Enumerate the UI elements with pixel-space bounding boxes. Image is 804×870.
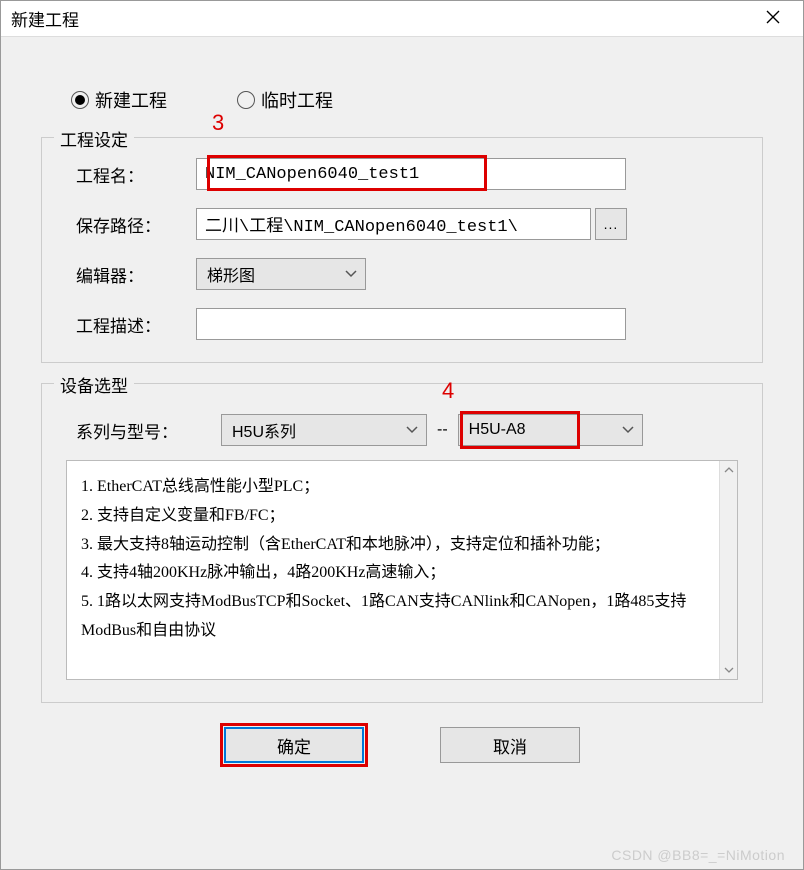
scrollbar[interactable] <box>719 461 737 679</box>
ok-button[interactable]: 确定 <box>224 727 364 763</box>
annotation-4: 4 <box>442 378 454 404</box>
desc-line: 2. 支持自定义变量和FB/FC； <box>81 502 721 531</box>
radio-new-project[interactable]: 新建工程 <box>71 87 167 113</box>
annotation-3: 3 <box>212 110 224 136</box>
radio-label: 新建工程 <box>95 87 167 113</box>
input-save-path[interactable] <box>196 208 591 240</box>
label-editor: 编辑器： <box>66 262 196 287</box>
radio-label: 临时工程 <box>261 87 333 113</box>
desc-line: 5. 1路以太网支持ModBusTCP和Socket、1路CAN支持CANlin… <box>81 588 721 646</box>
dialog-content: 新建工程 临时工程 工程设定 3 工程名： 保存路径： ... 编辑器： <box>1 37 803 783</box>
chevron-down-icon <box>622 421 634 439</box>
project-type-radios: 新建工程 临时工程 <box>71 67 763 113</box>
radio-icon <box>237 91 255 109</box>
device-fieldset: 设备选型 4 系列与型号： H5U系列 -- H5U-A8 1. EtherCA… <box>41 383 763 703</box>
desc-line: 1. EtherCAT总线高性能小型PLC； <box>81 473 721 502</box>
radio-icon <box>71 91 89 109</box>
select-value: 梯形图 <box>207 262 255 286</box>
radio-temp-project[interactable]: 临时工程 <box>237 87 333 113</box>
desc-line: 3. 最大支持8轴运动控制（含EtherCAT和本地脉冲），支持定位和插补功能； <box>81 531 721 560</box>
label-project-name: 工程名： <box>66 162 196 187</box>
desc-line: 4. 支持4轴200KHz脉冲输出，4路200KHz高速输入； <box>81 559 721 588</box>
row-save-path: 保存路径： ... <box>66 208 738 240</box>
label-series-model: 系列与型号： <box>66 418 221 443</box>
input-project-name[interactable] <box>196 158 626 190</box>
select-model[interactable]: H5U-A8 <box>458 414 643 446</box>
label-description: 工程描述： <box>66 312 196 337</box>
select-value: H5U系列 <box>232 418 296 442</box>
select-editor[interactable]: 梯形图 <box>196 258 366 290</box>
fieldset-legend: 设备选型 <box>54 372 134 397</box>
fieldset-legend: 工程设定 <box>54 126 134 151</box>
window-title: 新建工程 <box>11 6 753 31</box>
chevron-down-icon <box>406 421 418 439</box>
input-description[interactable] <box>196 308 626 340</box>
project-settings-fieldset: 工程设定 3 工程名： 保存路径： ... 编辑器： 梯形图 工程描 <box>41 137 763 363</box>
label-save-path: 保存路径： <box>66 212 196 237</box>
browse-button[interactable]: ... <box>595 208 627 240</box>
cancel-button[interactable]: 取消 <box>440 727 580 763</box>
close-button[interactable] <box>753 1 793 37</box>
select-series[interactable]: H5U系列 <box>221 414 427 446</box>
chevron-down-icon <box>345 265 357 283</box>
titlebar: 新建工程 <box>1 1 803 37</box>
row-editor: 编辑器： 梯形图 <box>66 258 738 290</box>
scroll-up-icon[interactable] <box>720 461 737 479</box>
watermark: CSDN @BB8=_=NiMotion <box>611 847 785 863</box>
close-icon <box>766 8 780 29</box>
select-value: H5U-A8 <box>469 421 526 439</box>
scroll-down-icon[interactable] <box>720 661 737 679</box>
dash-separator: -- <box>437 421 448 439</box>
dialog-window: 新建工程 新建工程 临时工程 工程设定 3 工程名： <box>0 0 804 870</box>
dialog-buttons: 5 确定 取消 <box>41 727 763 763</box>
row-project-name: 工程名： <box>66 158 738 190</box>
device-description-box: 1. EtherCAT总线高性能小型PLC； 2. 支持自定义变量和FB/FC；… <box>66 460 738 680</box>
row-series-model: 系列与型号： H5U系列 -- H5U-A8 <box>66 414 738 446</box>
device-description-text: 1. EtherCAT总线高性能小型PLC； 2. 支持自定义变量和FB/FC；… <box>81 473 721 646</box>
row-description: 工程描述： <box>66 308 738 340</box>
